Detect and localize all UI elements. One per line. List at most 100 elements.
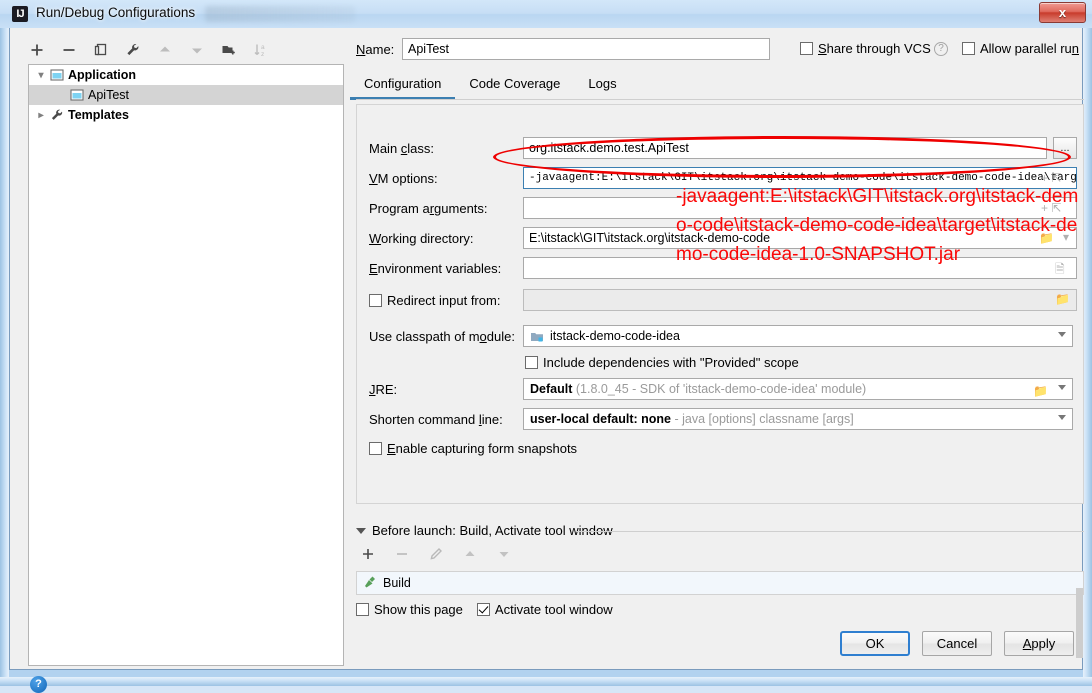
jre-combobox[interactable]: Default (1.8.0_45 - SDK of 'itstack-demo… (523, 378, 1073, 400)
tree-node-label: ApiTest (88, 88, 129, 102)
checkbox-box (369, 442, 382, 455)
close-button[interactable]: x (1039, 2, 1086, 23)
before-launch-toolbar (360, 546, 514, 564)
environment-icon[interactable]: 🗎 (1055, 260, 1065, 281)
cancel-button[interactable]: Cancel (922, 631, 992, 656)
add-icon[interactable] (28, 41, 46, 59)
chevron-down-icon (1058, 385, 1066, 390)
help-button[interactable]: ? (30, 676, 47, 693)
folder-icon[interactable]: 📁 (1055, 292, 1070, 306)
redirect-input-field[interactable] (523, 289, 1077, 311)
program-arguments-label: Program arguments: (369, 201, 488, 216)
move-up-icon[interactable] (156, 41, 174, 59)
sort-alphabetically-icon[interactable]: a z (252, 41, 270, 59)
edit-templates-wrench-icon[interactable] (124, 41, 142, 59)
share-through-vcs-checkbox[interactable]: Share through VCS (800, 41, 931, 56)
tree-node-label: Application (68, 68, 137, 82)
editor-tabs: Configuration Code Coverage Logs (350, 72, 1084, 100)
application-icon (49, 67, 65, 83)
program-arguments-input[interactable] (523, 197, 1077, 219)
name-input[interactable] (402, 38, 770, 60)
enable-snapshots-checkbox[interactable]: Enable capturing form snapshots (369, 441, 577, 456)
chevron-down-icon (356, 527, 366, 534)
templates-wrench-icon (49, 107, 65, 123)
checkbox-box (800, 42, 813, 55)
use-classpath-label: Use classpath of module: (369, 329, 515, 344)
window-frame-bottom (0, 677, 1092, 686)
window-title: Run/Debug Configurations (36, 5, 196, 20)
environment-variables-input[interactable] (523, 257, 1077, 279)
chevron-down-icon (1058, 332, 1066, 337)
share-through-vcs-label: Share through VCS (818, 41, 931, 56)
tree-node-apitest[interactable]: ApiTest (29, 85, 343, 105)
main-class-label: Main class: (369, 141, 435, 156)
jre-hint: (1.8.0_45 - SDK of 'itstack-demo-code-id… (575, 382, 867, 396)
edit-icon[interactable] (428, 546, 446, 564)
use-classpath-combobox[interactable]: itstack-demo-code-idea (523, 325, 1073, 347)
main-class-input[interactable]: org.itstack.demo.test.ApiTest (523, 137, 1047, 159)
copy-icon[interactable] (92, 41, 110, 59)
move-into-folder-icon[interactable] (220, 41, 238, 59)
tree-node-application[interactable]: ▾ Application (29, 65, 343, 85)
before-launch-header[interactable]: Before launch: Build, Activate tool wind… (356, 523, 613, 538)
move-down-icon[interactable] (188, 41, 206, 59)
tab-logs[interactable]: Logs (574, 73, 630, 100)
checkbox-box (962, 42, 975, 55)
title-bar: IJ Run/Debug Configurations x (0, 0, 1092, 28)
redirect-input-checkbox[interactable]: Redirect input from: (369, 293, 500, 308)
move-down-icon[interactable] (496, 546, 514, 564)
tab-separator (356, 99, 1084, 100)
window-frame-left (0, 0, 9, 686)
configuration-editor-pane: Name: Share through VCS ? Allow parallel… (350, 28, 1084, 670)
configurations-tree[interactable]: ▾ Application ApiTest ▸ Templates (28, 64, 344, 666)
allow-parallel-run-checkbox[interactable]: Allow parallel run (962, 41, 1079, 56)
show-this-page-label: Show this page (374, 602, 463, 617)
folder-icon[interactable]: 📁 (1033, 381, 1048, 399)
checkbox-box (356, 603, 369, 616)
vm-options-expand-icon[interactable]: + ⇱ (1041, 171, 1061, 185)
before-launch-options: Show this page Activate tool window (356, 602, 613, 617)
chevron-right-icon[interactable]: ▸ (33, 107, 49, 123)
chevron-down-icon[interactable]: ▾ (1063, 230, 1069, 244)
folder-icon[interactable]: 📁 (1039, 231, 1054, 245)
tab-code-coverage[interactable]: Code Coverage (455, 73, 574, 100)
show-this-page-checkbox[interactable]: Show this page (356, 602, 463, 617)
remove-icon[interactable] (60, 41, 78, 59)
enable-snapshots-label: Enable capturing form snapshots (387, 441, 578, 456)
working-directory-label: Working directory: (369, 231, 474, 246)
svg-text:z: z (261, 51, 264, 58)
jre-label: JRE: (369, 382, 398, 397)
include-provided-checkbox[interactable]: Include dependencies with "Provided" sco… (525, 355, 799, 370)
window-frame-right (1083, 0, 1092, 686)
main-class-browse-button[interactable]: ... (1053, 137, 1077, 159)
before-launch-separator (576, 531, 1084, 532)
move-up-icon[interactable] (462, 546, 480, 564)
chevron-down-icon[interactable]: ▾ (33, 67, 49, 83)
application-icon (69, 87, 85, 103)
build-hammer-icon (363, 575, 377, 592)
activate-tool-window-checkbox[interactable]: Activate tool window (476, 602, 613, 617)
vcs-help-icon[interactable]: ? (934, 42, 948, 56)
program-arguments-expand-icon[interactable]: + ⇱ (1041, 201, 1061, 215)
before-launch-item-build[interactable]: Build (356, 571, 1084, 595)
redirect-input-label: Redirect input from: (387, 293, 501, 308)
tree-node-label: Templates (68, 108, 129, 122)
jre-value: Default (530, 382, 573, 396)
tab-configuration[interactable]: Configuration (350, 73, 456, 100)
remove-icon[interactable] (394, 546, 412, 564)
working-directory-input[interactable]: E:\itstack\GIT\itstack.org\itstack-demo-… (523, 227, 1077, 249)
background-window-text (205, 6, 355, 22)
chevron-down-icon (1058, 415, 1066, 420)
environment-variables-label: Environment variables: (369, 261, 502, 276)
activate-tool-window-label: Activate tool window (494, 602, 613, 617)
apply-button[interactable]: Apply (1004, 631, 1074, 656)
add-icon[interactable] (360, 546, 378, 564)
shorten-command-line-value: user-local default: none (530, 412, 671, 426)
shorten-command-line-combobox[interactable]: user-local default: none - java [options… (523, 408, 1073, 430)
use-classpath-value: itstack-demo-code-idea (550, 329, 680, 343)
tree-node-templates[interactable]: ▸ Templates (29, 105, 343, 125)
ok-button[interactable]: OK (840, 631, 910, 656)
vm-options-input[interactable]: -javaagent:E:\itstack\GIT\itstack.org\it… (523, 167, 1077, 189)
allow-parallel-run-label: Allow parallel run (980, 41, 1079, 56)
